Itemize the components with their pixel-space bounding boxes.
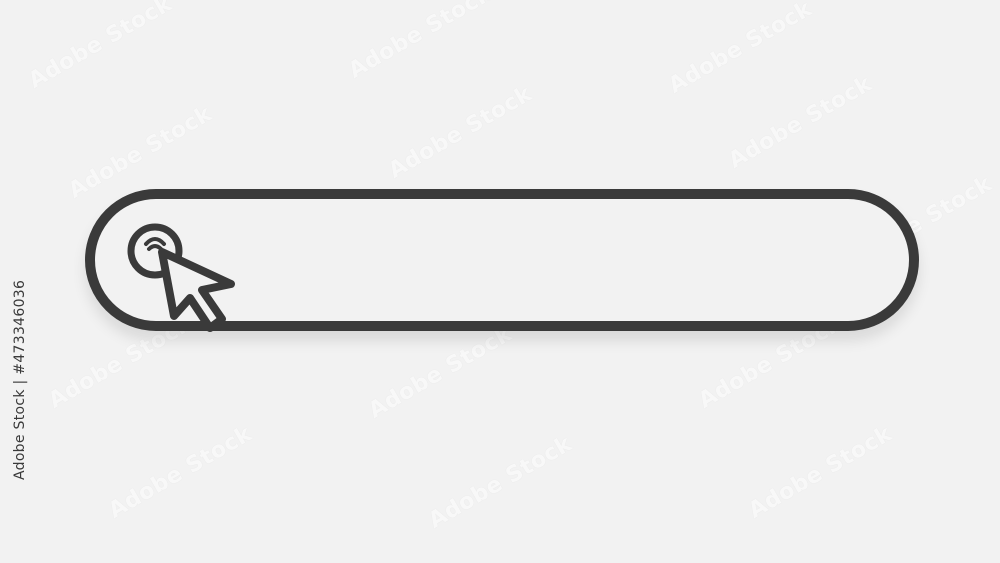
watermark-text: Adobe Stock xyxy=(664,0,817,99)
watermark-text: Adobe Stock xyxy=(344,0,497,84)
watermark-text: Adobe Stock xyxy=(104,421,257,524)
watermark-text: Adobe Stock xyxy=(724,71,877,174)
watermark-text: Adobe Stock xyxy=(424,431,577,534)
watermark-text: Adobe Stock xyxy=(24,0,177,94)
pointer-click-icon xyxy=(127,223,235,332)
watermark-text: Adobe Stock xyxy=(364,321,517,424)
watermark-text: Adobe Stock xyxy=(744,421,897,524)
stock-id-label: Adobe Stock | #473346036 xyxy=(12,279,28,480)
watermark-text: Adobe Stock xyxy=(384,81,537,184)
